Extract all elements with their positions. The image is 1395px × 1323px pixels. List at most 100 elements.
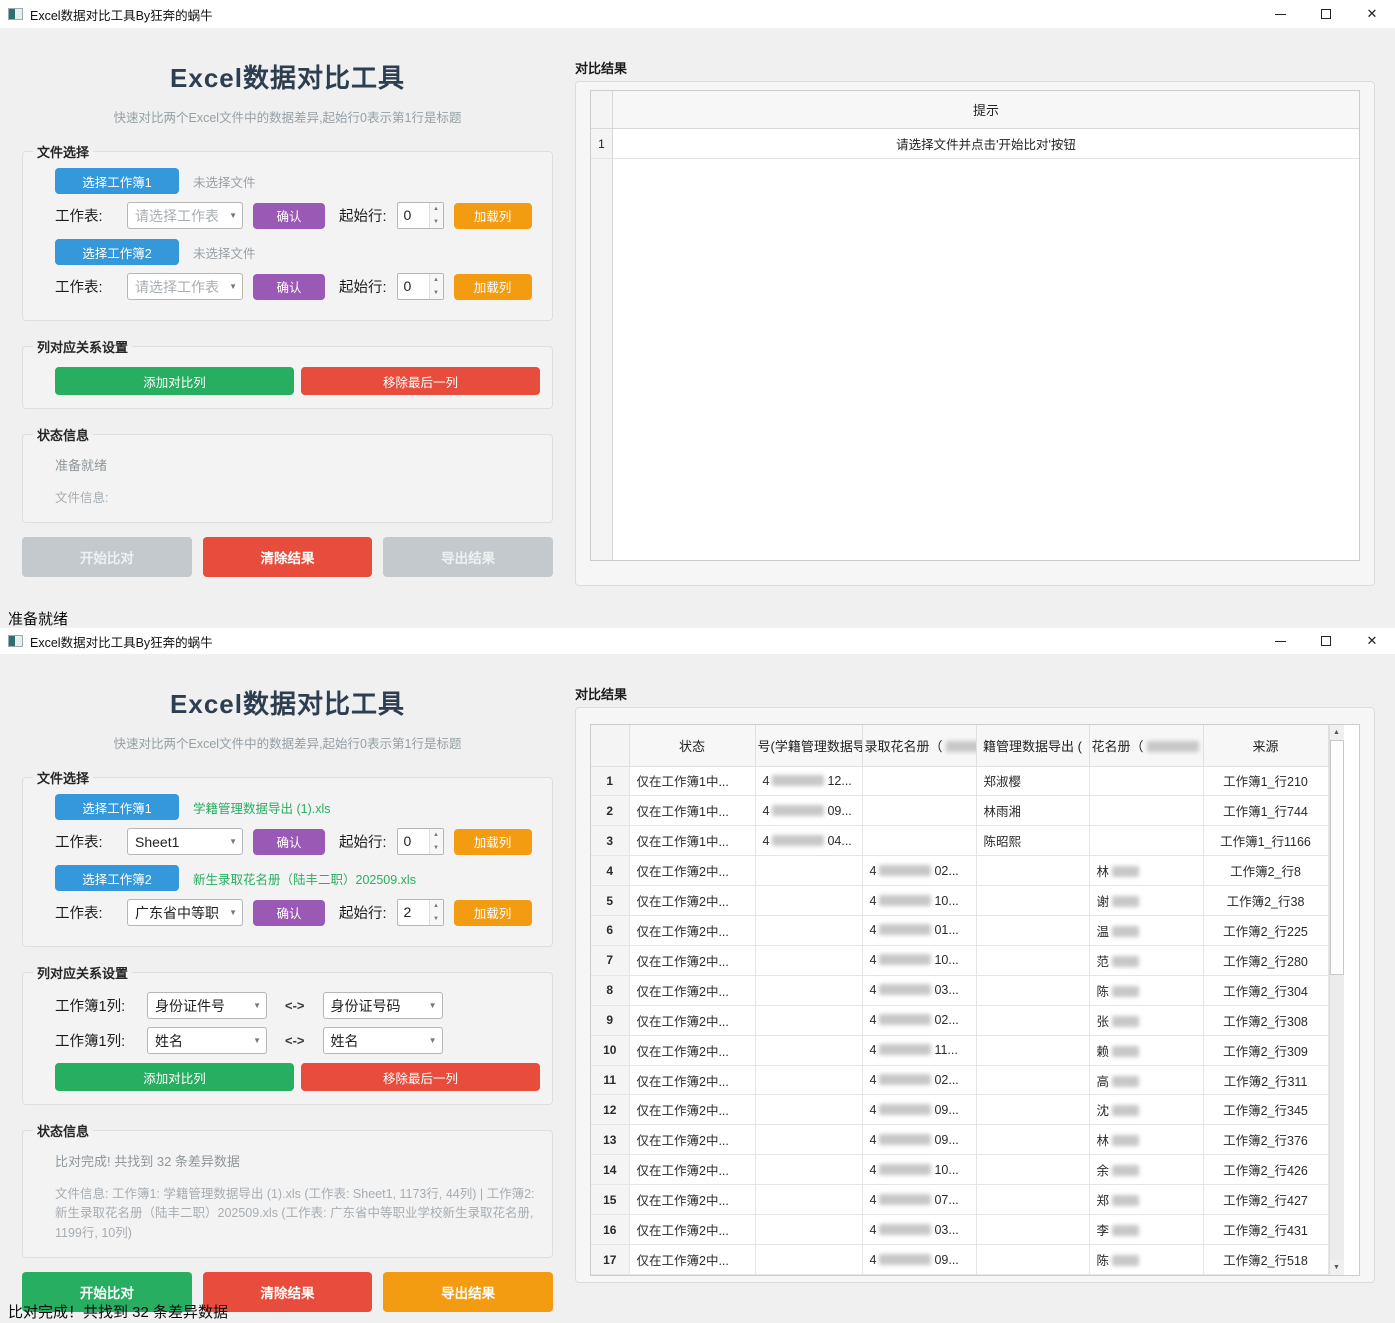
table-row[interactable]: 3仅在工作簿1中...404...陈昭熙工作簿1_行1166 bbox=[591, 826, 1328, 856]
table-row[interactable]: 4仅在工作簿2中...402...林工作簿2_行8 bbox=[591, 856, 1328, 886]
workbook2-id-cell: 411... bbox=[862, 1035, 976, 1065]
sheet1-select[interactable]: Sheet1 ▼ bbox=[127, 828, 243, 855]
start-row1-input[interactable]: 0 ▲▼ bbox=[397, 828, 444, 855]
start-row2-input[interactable]: 0 ▲▼ bbox=[397, 273, 444, 300]
export-results-button[interactable]: 导出结果 bbox=[383, 537, 553, 577]
load-columns1-button[interactable]: 加载列 bbox=[454, 829, 532, 855]
workbook1-id-cell bbox=[755, 975, 862, 1005]
confirm-sheet1-button[interactable]: 确认 bbox=[253, 829, 325, 855]
confirm-sheet2-button[interactable]: 确认 bbox=[253, 274, 325, 300]
map-row1-left-select[interactable]: 身份证件号 ▼ bbox=[147, 992, 267, 1019]
export-results-button[interactable]: 导出结果 bbox=[383, 1272, 553, 1312]
minimize-button[interactable] bbox=[1257, 628, 1303, 654]
table-row[interactable]: 16仅在工作簿2中...403...李工作簿2_行431 bbox=[591, 1215, 1328, 1245]
spin-up-icon[interactable]: ▲ bbox=[433, 206, 439, 212]
select-workbook1-button[interactable]: 选择工作簿1 bbox=[55, 168, 179, 194]
select-workbook1-button[interactable]: 选择工作簿1 bbox=[55, 794, 179, 820]
scroll-up-icon[interactable]: ▲ bbox=[1330, 725, 1344, 740]
workbook2-id-cell: 401... bbox=[862, 916, 976, 946]
status-info-group: 状态信息 比对完成! 共找到 32 条差异数据 文件信息: 工作簿1: 学籍管理… bbox=[22, 1121, 553, 1258]
workbook2-name-cell: 谢 bbox=[1089, 886, 1203, 916]
remove-last-column-button[interactable]: 移除最后一列 bbox=[301, 1063, 540, 1091]
table-row[interactable]: 8仅在工作簿2中...403...陈工作簿2_行304 bbox=[591, 975, 1328, 1005]
spin-up-icon[interactable]: ▲ bbox=[433, 903, 439, 909]
table-row[interactable]: 1仅在工作簿1中...412...郑淑樱工作簿1_行210 bbox=[591, 766, 1328, 796]
status-text: 准备就绪 bbox=[55, 455, 540, 474]
map-row1-right-select[interactable]: 身份证号码 ▼ bbox=[323, 992, 443, 1019]
spin-down-icon[interactable]: ▼ bbox=[433, 916, 439, 922]
clear-results-button[interactable]: 清除结果 bbox=[203, 537, 373, 577]
add-compare-column-button[interactable]: 添加对比列 bbox=[55, 1063, 294, 1091]
redacted-text bbox=[1112, 1195, 1139, 1206]
sheet1-select[interactable]: 请选择工作表 ▼ bbox=[127, 202, 243, 229]
clear-results-button[interactable]: 清除结果 bbox=[203, 1272, 373, 1312]
confirm-sheet1-button[interactable]: 确认 bbox=[253, 203, 325, 229]
map-row2-label: 工作簿1列: bbox=[55, 1030, 147, 1051]
sheet1-label: 工作表: bbox=[55, 205, 127, 226]
table-row[interactable]: 10仅在工作簿2中...411...赖工作簿2_行309 bbox=[591, 1035, 1328, 1065]
status-cell: 仅在工作簿2中... bbox=[629, 1035, 755, 1065]
app-icon bbox=[8, 635, 23, 647]
select-workbook2-button[interactable]: 选择工作簿2 bbox=[55, 865, 179, 891]
row-number: 11 bbox=[591, 1065, 629, 1095]
maximize-button[interactable] bbox=[1303, 0, 1349, 28]
sheet2-select[interactable]: 请选择工作表 ▼ bbox=[127, 273, 243, 300]
workbook2-filename: 新生录取花名册（陆丰二职）202509.xls bbox=[193, 869, 416, 888]
spin-down-icon[interactable]: ▼ bbox=[433, 845, 439, 851]
start-compare-button[interactable]: 开始比对 bbox=[22, 537, 192, 577]
scrollbar-thumb[interactable] bbox=[1330, 740, 1344, 975]
redacted-text bbox=[1112, 1255, 1139, 1266]
redacted-text bbox=[1112, 956, 1139, 967]
table-row[interactable]: 1 请选择文件并点击'开始比对'按钮 bbox=[591, 129, 1359, 159]
sheet2-select[interactable]: 广东省中等职 ▼ bbox=[127, 899, 243, 926]
table-row[interactable]: 5仅在工作簿2中...410...谢工作簿2_行38 bbox=[591, 886, 1328, 916]
table-row[interactable]: 2仅在工作簿1中...409...林雨湘工作簿1_行744 bbox=[591, 796, 1328, 826]
spin-up-icon[interactable]: ▲ bbox=[433, 277, 439, 283]
results-label: 对比结果 bbox=[575, 684, 1375, 703]
load-columns1-button[interactable]: 加载列 bbox=[454, 203, 532, 229]
column-header: 来源 bbox=[1203, 725, 1328, 766]
load-columns2-button[interactable]: 加载列 bbox=[454, 900, 532, 926]
select-workbook2-button[interactable]: 选择工作簿2 bbox=[55, 239, 179, 265]
scrollbar-track[interactable] bbox=[1330, 740, 1344, 1260]
map-arrow: <-> bbox=[285, 1033, 305, 1048]
workbook2-name-cell bbox=[1089, 796, 1203, 826]
add-compare-column-button[interactable]: 添加对比列 bbox=[55, 367, 294, 395]
table-row[interactable]: 11仅在工作簿2中...402...高工作簿2_行311 bbox=[591, 1065, 1328, 1095]
chevron-down-icon: ▼ bbox=[229, 211, 237, 220]
scroll-down-icon[interactable]: ▼ bbox=[1330, 1260, 1344, 1275]
vertical-scrollbar[interactable]: ▲ ▼ bbox=[1329, 725, 1344, 1275]
redacted-text bbox=[879, 865, 931, 876]
chevron-down-icon: ▼ bbox=[229, 837, 237, 846]
table-row[interactable]: 12仅在工作簿2中...409...沈工作簿2_行345 bbox=[591, 1095, 1328, 1125]
map-row2-left-select[interactable]: 姓名 ▼ bbox=[147, 1027, 267, 1054]
close-button[interactable]: ✕ bbox=[1349, 0, 1395, 28]
results-table: 提示 1 请选择文件并点击'开始比对'按钮 bbox=[590, 90, 1360, 561]
close-button[interactable]: ✕ bbox=[1349, 628, 1395, 654]
map-row2-right-select[interactable]: 姓名 ▼ bbox=[323, 1027, 443, 1054]
table-row[interactable]: 13仅在工作簿2中...409...林工作簿2_行376 bbox=[591, 1125, 1328, 1155]
spin-down-icon[interactable]: ▼ bbox=[433, 290, 439, 296]
app-icon bbox=[8, 8, 23, 20]
workbook2-id-cell: 407... bbox=[862, 1185, 976, 1215]
table-row[interactable]: 6仅在工作簿2中...401...温工作簿2_行225 bbox=[591, 916, 1328, 946]
table-row[interactable]: 15仅在工作簿2中...407...郑工作簿2_行427 bbox=[591, 1185, 1328, 1215]
workbook2-name-cell: 温 bbox=[1089, 916, 1203, 946]
table-row[interactable]: 7仅在工作簿2中...410...范工作簿2_行280 bbox=[591, 945, 1328, 975]
confirm-sheet2-button[interactable]: 确认 bbox=[253, 900, 325, 926]
table-row[interactable]: 9仅在工作簿2中...402...张工作簿2_行308 bbox=[591, 1005, 1328, 1035]
window-result-state: Excel数据对比工具By狂奔的蜗牛 ✕ Excel数据对比工具 快速对比两个E… bbox=[0, 628, 1395, 1323]
minimize-button[interactable] bbox=[1257, 0, 1303, 28]
start-row2-input[interactable]: 2 ▲▼ bbox=[397, 899, 444, 926]
remove-last-column-button[interactable]: 移除最后一列 bbox=[301, 367, 540, 395]
spin-up-icon[interactable]: ▲ bbox=[433, 832, 439, 838]
maximize-button[interactable] bbox=[1303, 628, 1349, 654]
workbook1-name-cell bbox=[976, 975, 1089, 1005]
table-row[interactable]: 17仅在工作簿2中...409...陈工作簿2_行518 bbox=[591, 1245, 1328, 1275]
start-row1-input[interactable]: 0 ▲▼ bbox=[397, 202, 444, 229]
row-number: 13 bbox=[591, 1125, 629, 1155]
table-row[interactable]: 14仅在工作簿2中...410...余工作簿2_行426 bbox=[591, 1155, 1328, 1185]
workbook1-id-cell bbox=[755, 856, 862, 886]
spin-down-icon[interactable]: ▼ bbox=[433, 219, 439, 225]
load-columns2-button[interactable]: 加载列 bbox=[454, 274, 532, 300]
